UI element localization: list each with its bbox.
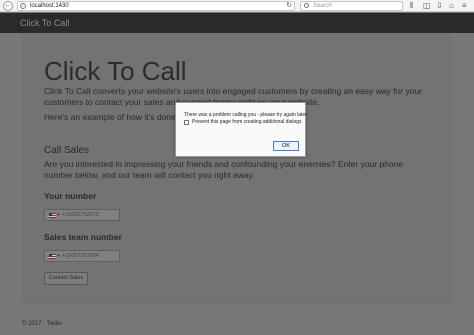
download-icon[interactable]: ⇩ xyxy=(436,1,443,11)
search-icon xyxy=(304,3,309,8)
us-flag-icon[interactable] xyxy=(49,213,56,218)
pocket-icon[interactable]: ◫ xyxy=(423,1,431,11)
contact-sales-button[interactable]: Contact Sales xyxy=(44,272,88,285)
home-icon[interactable]: ⌂ xyxy=(449,1,454,11)
url-text: localhost:1430 xyxy=(30,3,69,9)
footer-text: © 2017 · Twilio xyxy=(22,321,62,327)
sales-number-value: +15057267864 xyxy=(62,253,99,259)
reload-icon[interactable]: ↻ xyxy=(286,2,292,10)
back-icon: ← xyxy=(4,2,12,9)
menu-icon[interactable]: ≡ xyxy=(462,1,467,11)
search-bar[interactable]: Search xyxy=(300,1,403,11)
chevron-down-icon[interactable]: ▾ xyxy=(57,251,60,261)
sales-heading: Call Sales xyxy=(44,145,90,156)
page-title: Click To Call xyxy=(44,56,187,86)
prevent-dialogs-label[interactable]: Prevent this page from creating addition… xyxy=(192,119,302,126)
info-icon[interactable]: i xyxy=(20,3,26,9)
navbar-brand[interactable]: Click To Call xyxy=(20,17,69,29)
sales-number-input[interactable]: ▾ +15057267864 xyxy=(44,250,120,262)
sales-paragraph: Are you interested in impressing your fr… xyxy=(44,159,404,180)
dialog-message: There was a problem calling you - please… xyxy=(184,112,308,118)
library-icon[interactable]: ⫴ xyxy=(410,1,413,11)
navbar: Click To Call xyxy=(0,13,474,33)
your-number-input[interactable]: ▾ +15002752273 xyxy=(44,209,120,221)
back-button[interactable]: ← xyxy=(3,1,13,11)
ok-button[interactable]: OK xyxy=(273,141,299,151)
prevent-dialogs-checkbox[interactable] xyxy=(184,120,189,125)
alert-dialog: There was a problem calling you - please… xyxy=(175,102,308,157)
us-flag-icon[interactable] xyxy=(49,254,56,259)
url-bar[interactable]: i localhost:1430 ↻ xyxy=(17,1,295,11)
your-number-value: +15002752273 xyxy=(62,212,99,218)
sales-number-label: Sales team number xyxy=(44,232,122,242)
search-input[interactable]: Search xyxy=(313,2,332,10)
your-number-label: Your number xyxy=(44,191,97,201)
browser-toolbar: ← i localhost:1430 ↻ Search ⫴ ◫ ⇩ ⌂ ≡ xyxy=(0,0,474,12)
chevron-down-icon[interactable]: ▾ xyxy=(57,210,60,220)
example-text: Here's an example of how it's done! xyxy=(44,112,179,122)
